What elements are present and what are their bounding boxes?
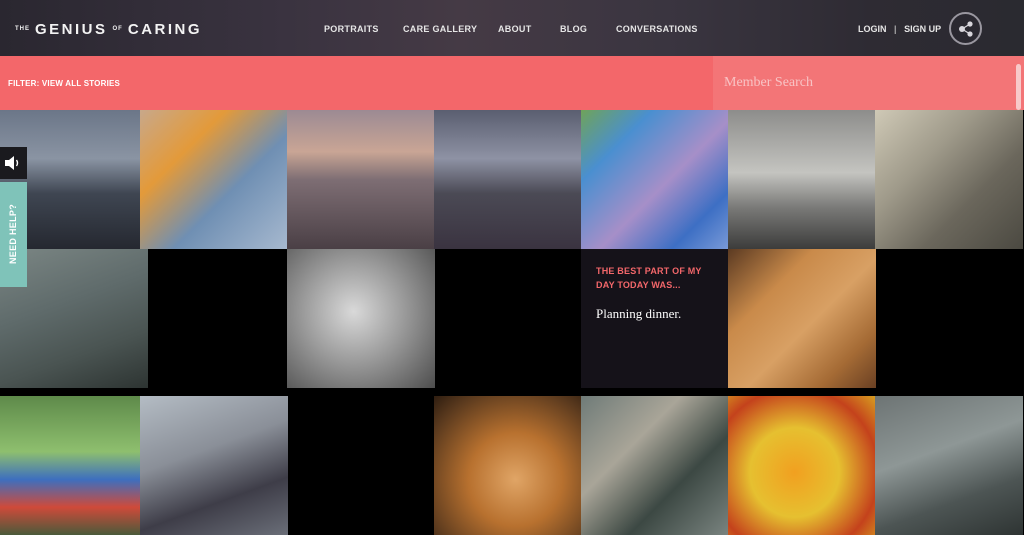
nav-conversations[interactable]: CONVERSATIONS [616, 24, 698, 34]
login-link[interactable]: LOGIN [858, 24, 887, 34]
nav-portraits[interactable]: PORTRAITS [324, 24, 379, 34]
story-tile[interactable] [875, 396, 1023, 535]
scrollbar-thumb[interactable] [1016, 64, 1021, 110]
auth-separator: | [894, 24, 897, 34]
need-help-label: NEED HELP? [8, 203, 18, 265]
quote-text: Planning dinner. [596, 306, 682, 321]
nav-about[interactable]: ABOUT [498, 24, 532, 34]
logo-word-of: OF [112, 25, 123, 32]
story-tile[interactable] [728, 110, 876, 249]
story-tile[interactable] [728, 396, 876, 535]
story-tile[interactable] [581, 110, 729, 249]
story-tile[interactable] [434, 396, 582, 535]
story-tile[interactable] [728, 249, 876, 388]
story-tile[interactable] [581, 396, 729, 535]
story-tile[interactable] [0, 396, 148, 535]
story-tile[interactable] [287, 249, 435, 388]
site-logo[interactable]: THE GENIUS OF CARING [10, 18, 202, 40]
story-grid: THE BEST PART OF MY DAY TODAY WAS... Pla… [0, 110, 1024, 535]
auth-links: LOGIN | SIGN UP [858, 24, 941, 34]
story-tile[interactable] [140, 396, 288, 535]
nav-blog[interactable]: BLOG [560, 24, 587, 34]
share-icon [959, 21, 973, 37]
sound-toggle[interactable] [0, 147, 27, 179]
story-tile[interactable] [287, 110, 435, 249]
logo-word-caring: CARING [127, 20, 203, 38]
member-search-input[interactable] [713, 56, 1013, 110]
story-tile[interactable] [434, 110, 582, 249]
story-tile[interactable] [140, 110, 288, 249]
filter-label[interactable]: FILTER: VIEW ALL STORIES [8, 79, 120, 88]
need-help-tab[interactable]: NEED HELP? [0, 182, 27, 287]
logo-word-genius: GENIUS [35, 20, 108, 38]
quote-heading: THE BEST PART OF MY DAY TODAY WAS... [596, 266, 702, 290]
signup-link[interactable]: SIGN UP [904, 24, 941, 34]
speaker-icon [5, 156, 19, 170]
logo-word-the: THE [15, 25, 30, 32]
site-header: THE GENIUS OF CARING PORTRAITS CARE GALL… [0, 0, 1024, 56]
filter-bar[interactable]: FILTER: VIEW ALL STORIES [0, 56, 713, 110]
story-tile[interactable] [875, 110, 1023, 249]
share-button[interactable] [949, 12, 982, 45]
nav-care-gallery[interactable]: CARE GALLERY [403, 24, 477, 34]
member-search [713, 56, 1024, 110]
quote-card[interactable]: THE BEST PART OF MY DAY TODAY WAS... Pla… [581, 249, 729, 388]
